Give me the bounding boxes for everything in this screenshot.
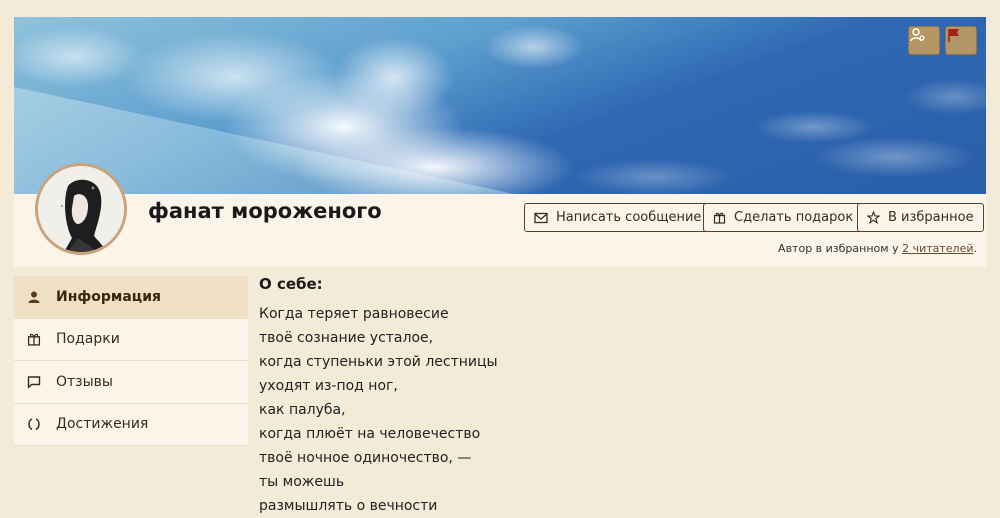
- sidebar-item-label: Подарки: [56, 331, 120, 348]
- avatar[interactable]: [35, 163, 127, 255]
- about-text: Когда теряет равновесие твоё сознание ус…: [259, 302, 959, 518]
- report-flag-button[interactable]: [945, 26, 977, 55]
- about-line: как палуба,: [259, 402, 346, 418]
- user-settings-button[interactable]: [908, 26, 940, 55]
- favorites-readers-link[interactable]: 2 читателей: [902, 242, 973, 255]
- write-message-label: Написать сообщение: [556, 210, 702, 225]
- gift-icon: [713, 212, 726, 224]
- profile-card: фанат мороженого Написать сообщение Сдел…: [14, 17, 986, 267]
- comment-icon: [26, 375, 42, 389]
- favorites-note-period: .: [973, 242, 978, 255]
- add-to-favorites-label: В избранное: [888, 210, 974, 225]
- about-title: О себе:: [259, 275, 323, 293]
- sidebar-item-label: Отзывы: [56, 373, 113, 390]
- avatar-illustration: [38, 166, 124, 252]
- about-line: размышлять о вечности: [259, 498, 438, 514]
- sidebar-item-gifts[interactable]: Подарки: [14, 318, 248, 361]
- username: фанат мороженого: [148, 199, 382, 223]
- make-gift-label: Сделать подарок: [734, 210, 854, 225]
- gift-icon: [26, 332, 42, 346]
- sidebar-item-achievements[interactable]: Достижения: [14, 403, 248, 446]
- write-message-button[interactable]: Написать сообщение: [524, 203, 712, 232]
- about-line: твоё ночное одиночество, —: [259, 450, 472, 466]
- sidebar-item-reviews[interactable]: Отзывы: [14, 361, 248, 404]
- laurel-icon: [26, 417, 42, 431]
- sidebar-item-info[interactable]: Информация: [14, 276, 248, 319]
- sidebar-nav: Информация Подарки Отзывы Достижения: [14, 276, 248, 446]
- about-line: когда плюёт на человечество: [259, 426, 481, 442]
- about-section: О себе: Когда теряет равновесие твоё соз…: [259, 275, 959, 518]
- about-line: когда ступеньки этой лестницы: [259, 354, 498, 370]
- sidebar-item-label: Информация: [56, 288, 161, 305]
- about-line: Когда теряет равновесие: [259, 306, 449, 322]
- about-line: твоё сознание усталое,: [259, 330, 434, 346]
- envelope-icon: [534, 212, 548, 223]
- about-line: уходят из-под ног,: [259, 378, 398, 394]
- about-line: ты можешь: [259, 474, 345, 490]
- add-to-favorites-button[interactable]: В избранное: [857, 203, 984, 232]
- favorites-note: Автор в избранном у 2 читателей.: [778, 242, 977, 255]
- flag-icon: [948, 29, 959, 42]
- person-icon: [26, 290, 42, 304]
- user-settings-icon: [910, 28, 925, 42]
- favorites-note-text: Автор в избранном у: [778, 242, 899, 255]
- cover-image: [14, 17, 986, 194]
- sky-clouds-illustration: [14, 25, 986, 194]
- star-icon: [867, 211, 880, 224]
- sidebar-item-label: Достижения: [56, 416, 149, 433]
- make-gift-button[interactable]: Сделать подарок: [703, 203, 864, 232]
